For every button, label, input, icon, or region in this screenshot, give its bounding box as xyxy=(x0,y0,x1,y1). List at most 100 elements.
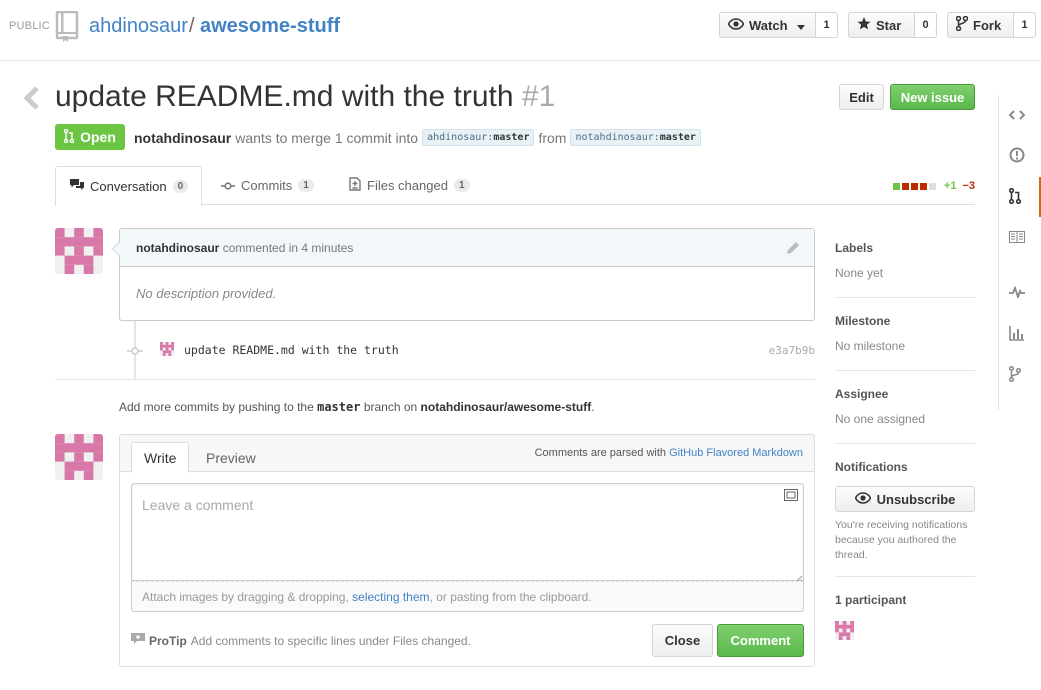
comment-textarea[interactable]: Leave a comment xyxy=(131,483,804,581)
comment-discussion-icon xyxy=(70,178,84,194)
pr-tabs: Conversation 0 Commits 1 Files changed 1… xyxy=(55,166,975,206)
sidebar-assignee: Assignee No one assigned xyxy=(835,387,975,426)
star-count[interactable]: 0 xyxy=(915,12,937,38)
protip-text: Add comments to specific lines under Fil… xyxy=(190,633,471,648)
commit-row: update README.md with the truth e3a7b9b xyxy=(127,340,815,360)
status-text: Open xyxy=(80,129,116,145)
nav-graphs[interactable] xyxy=(999,314,1041,354)
protip-label: ProTip xyxy=(149,633,187,648)
nav-issues[interactable] xyxy=(999,136,1041,176)
milestone-value: No milestone xyxy=(835,339,906,353)
tab-count: 1 xyxy=(453,179,470,192)
code-icon xyxy=(1008,108,1026,123)
tab-preview[interactable]: Preview xyxy=(194,442,268,473)
repo-owner-link[interactable]: ahdinosaur xyxy=(89,15,188,38)
sidebar-milestone: Milestone No milestone xyxy=(835,314,975,353)
notifications-note: You're receiving notifications because y… xyxy=(835,519,968,561)
commit-avatar[interactable] xyxy=(160,341,174,359)
participant-avatar[interactable] xyxy=(835,621,975,643)
tab-conversation[interactable]: Conversation 0 xyxy=(55,166,202,206)
tab-count: 1 xyxy=(298,179,314,192)
star-icon xyxy=(857,17,871,33)
comment-arrow xyxy=(112,241,120,257)
nav-code[interactable] xyxy=(999,95,1041,135)
pull-request-icon xyxy=(63,128,75,146)
tab-files-changed[interactable]: Files changed 1 xyxy=(335,166,484,205)
eye-icon xyxy=(727,17,745,33)
push-hint: Add more commits by pushing to the maste… xyxy=(119,400,595,414)
assignee-value: No one assigned xyxy=(835,412,926,426)
divider xyxy=(835,297,975,298)
pull-request-icon xyxy=(1008,187,1022,207)
tab-count: 0 xyxy=(172,179,189,193)
diffstat-del-block xyxy=(910,182,918,190)
sidebar-notifications: Notifications Unsubscribe You're receivi… xyxy=(835,460,975,563)
watch-button[interactable]: Watch xyxy=(719,12,816,38)
labels-value: None yet xyxy=(835,266,884,280)
file-diff-icon xyxy=(349,177,361,194)
pencil-icon[interactable] xyxy=(786,241,800,258)
select-files-link[interactable]: selecting them xyxy=(352,590,429,604)
commit-icon xyxy=(127,343,143,358)
nav-pulse[interactable] xyxy=(999,273,1041,313)
edit-button[interactable]: Edit xyxy=(839,84,884,110)
merge-text: wants to merge 1 commit into xyxy=(235,129,419,146)
issue-icon xyxy=(1009,147,1025,166)
pr-title-text: update README.md with the truth xyxy=(55,80,514,113)
avatar[interactable] xyxy=(55,228,103,274)
diffstat-neutral-block xyxy=(928,182,936,190)
fullscreen-icon[interactable] xyxy=(784,489,798,504)
comment-author-link[interactable]: notahdinosaur xyxy=(136,241,219,255)
head-repo-name: notahdinosaur/awesome-stuff xyxy=(420,400,592,414)
avatar[interactable] xyxy=(55,434,103,480)
fork-label: Fork xyxy=(973,17,1002,33)
markdown-hint: Comments are parsed with GitHub Flavored… xyxy=(534,447,803,459)
divider xyxy=(835,443,975,444)
pr-author-link[interactable]: notahdinosaur xyxy=(134,130,231,146)
divider xyxy=(55,379,815,380)
unsubscribe-button[interactable]: Unsubscribe xyxy=(835,486,975,512)
labels-heading[interactable]: Labels xyxy=(835,241,975,255)
commit-sha-link[interactable]: e3a7b9b xyxy=(769,344,815,357)
watch-count[interactable]: 1 xyxy=(816,12,838,38)
fork-icon xyxy=(955,15,969,34)
participants-heading: 1 participant xyxy=(835,593,907,607)
sidebar-participants: 1 participant xyxy=(835,593,975,643)
repo-nav xyxy=(998,95,1041,410)
chevron-down-icon xyxy=(796,18,805,33)
assignee-heading[interactable]: Assignee xyxy=(835,387,975,401)
head-ref[interactable]: notahdinosaur:master xyxy=(570,129,701,146)
network-icon xyxy=(1008,365,1022,385)
pulse-icon xyxy=(1009,284,1025,301)
nav-pull-requests[interactable] xyxy=(999,177,1041,217)
page-title: update README.md with the truth #1 xyxy=(55,80,555,114)
commit-icon xyxy=(221,178,235,193)
star-button[interactable]: Star xyxy=(848,12,915,38)
nav-wiki[interactable] xyxy=(999,218,1041,258)
comment-header: notahdinosaur commented in 4 minutes xyxy=(120,229,814,267)
divider xyxy=(835,576,975,577)
new-comment-form: Write Preview Comments are parsed with G… xyxy=(119,434,815,667)
write-preview-tabs: Write Preview Comments are parsed with G… xyxy=(120,435,814,473)
comment-button[interactable]: Comment xyxy=(717,624,804,657)
wiki-icon xyxy=(1009,230,1025,246)
fork-count[interactable]: 1 xyxy=(1014,12,1036,38)
pr-number: #1 xyxy=(521,80,556,113)
tab-commits[interactable]: Commits 1 xyxy=(207,166,328,205)
comment-meta: commented in 4 minutes xyxy=(222,241,354,255)
commit-message-link[interactable]: update README.md with the truth xyxy=(184,343,399,357)
close-button[interactable]: Close xyxy=(652,624,713,657)
graph-icon xyxy=(1009,325,1025,344)
chevron-left-icon[interactable] xyxy=(23,86,40,112)
milestone-heading[interactable]: Milestone xyxy=(835,314,975,328)
markdown-help-link[interactable]: GitHub Flavored Markdown xyxy=(669,447,803,459)
diffstat-add-block xyxy=(892,182,900,190)
new-issue-button[interactable]: New issue xyxy=(890,84,975,110)
repo-separator: / xyxy=(189,15,195,37)
tab-write[interactable]: Write xyxy=(131,442,190,473)
base-ref[interactable]: ahdinosaur:master xyxy=(422,129,535,146)
nav-network[interactable] xyxy=(999,355,1041,395)
fork-button[interactable]: Fork xyxy=(947,12,1014,38)
repo-name-link[interactable]: awesome-stuff xyxy=(200,15,340,38)
comment-icon xyxy=(131,633,145,648)
